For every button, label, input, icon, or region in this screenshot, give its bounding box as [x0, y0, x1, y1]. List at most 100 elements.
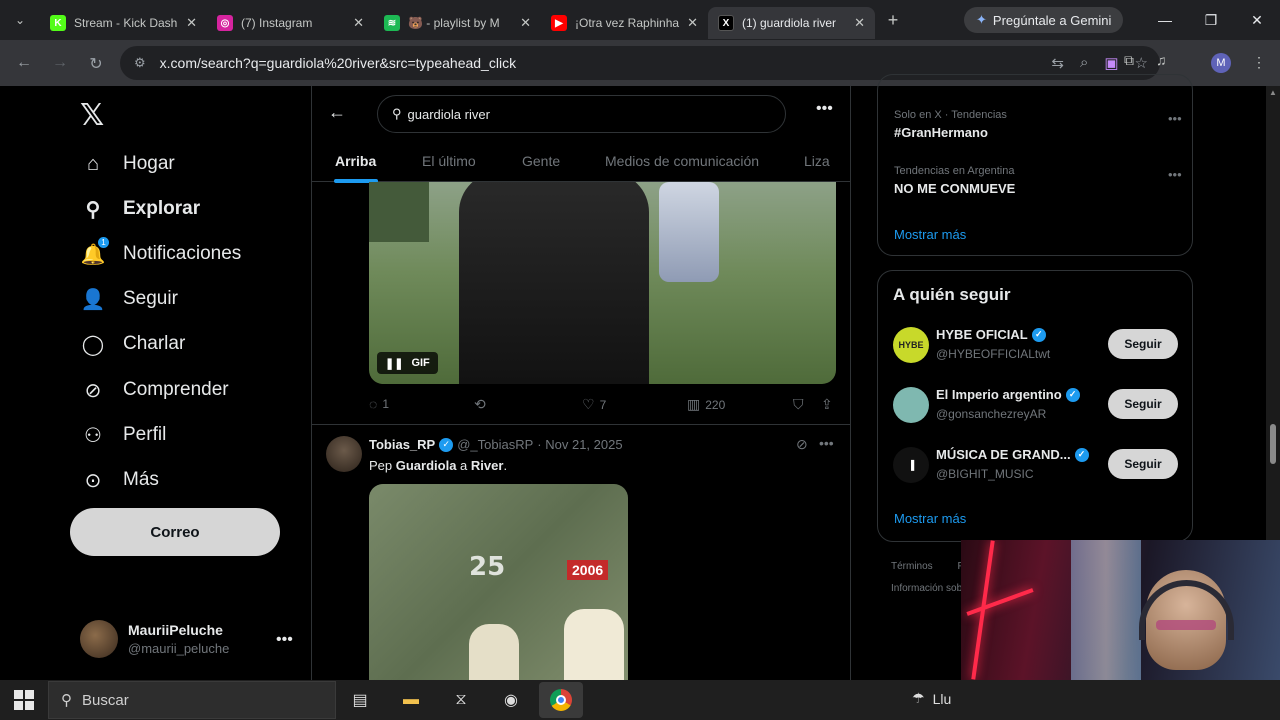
zoom-icon[interactable]: ⌕ — [1080, 54, 1088, 72]
account-switcher[interactable]: MauriiPeluche @maurii_peluche — [80, 620, 229, 658]
follow-button[interactable]: Seguir — [1108, 449, 1178, 479]
trend-item[interactable]: Solo en X · Tendencias #GranHermano — [894, 109, 1007, 140]
retweet-button[interactable]: ⟲ — [474, 396, 486, 413]
tab-media[interactable]: Medios de comunicación — [605, 153, 759, 169]
chrome-menu-icon[interactable]: ⋮ — [1252, 54, 1266, 71]
nav-item-perfil[interactable]: ⚇ Perfil — [80, 415, 166, 455]
tab-people[interactable]: Gente — [522, 153, 560, 169]
extensions-icon[interactable]: ⧉ — [1124, 52, 1134, 69]
tweet-more-icon[interactable]: ••• — [819, 435, 834, 451]
forward-button[interactable]: → — [42, 54, 78, 72]
cast-icon[interactable]: ▣ — [1104, 54, 1118, 72]
trend-title: NO ME CONMUEVE — [894, 181, 1016, 196]
taskbar-search[interactable]: ⚲ Buscar — [48, 681, 336, 719]
nav-item-charlar[interactable]: ◯ Charlar — [80, 324, 186, 364]
nav-item-más[interactable]: ⊙ Más — [80, 460, 159, 500]
search-input[interactable]: ⚲ guardiola river — [377, 95, 786, 133]
weather-widget[interactable]: ☂ Llu — [912, 690, 951, 707]
views-button[interactable]: ▥ 220 — [687, 396, 725, 413]
follow-button[interactable]: Seguir — [1108, 389, 1178, 419]
translate-icon[interactable]: ⇆ — [1051, 54, 1064, 72]
avatar — [80, 620, 118, 658]
show-more-trends-link[interactable]: Mostrar más — [894, 227, 966, 242]
follow-suggestion[interactable]: HYBE HYBE OFICIAL ✓ @HYBEOFFICIALtwt Segu… — [893, 325, 1183, 365]
follow-name-row[interactable]: HYBE OFICIAL ✓ — [936, 327, 1046, 342]
close-tab-icon[interactable]: ✕ — [186, 15, 197, 31]
back-arrow-icon[interactable]: ← — [328, 102, 346, 123]
task-view-icon[interactable]: ▤ — [348, 688, 372, 712]
trend-item[interactable]: Tendencias en Argentina NO ME CONMUEVE — [894, 165, 1015, 196]
tweet[interactable]: Tobias_RP ✓ @_TobiasRP · Nov 21, 2025 ⊘ … — [312, 426, 850, 680]
scrollbar-thumb[interactable] — [1270, 424, 1276, 464]
browser-tab[interactable]: ≋ 🐻 - playlist by M ✕ — [374, 7, 541, 39]
gif-badge[interactable]: ❚❚ GIF — [377, 352, 438, 374]
tab-latest[interactable]: El último — [422, 153, 476, 169]
browser-tab-strip: ⌄ K Stream - Kick Dash ✕ ◎ (7) Instagram ✕ ≋ 🐻 … — [0, 0, 1280, 40]
avatar[interactable] — [893, 387, 929, 423]
nav-item-hogar[interactable]: ⌂ Hogar — [80, 144, 175, 184]
avatar[interactable] — [326, 436, 362, 472]
tweet-date[interactable]: · Nov 21, 2025 — [537, 437, 622, 452]
search-options-icon[interactable]: ••• — [816, 100, 833, 118]
follow-suggestion[interactable]: El Imperio argentino ✓ @gonsanchezreyAR S… — [893, 385, 1183, 425]
close-tab-icon[interactable]: ✕ — [687, 15, 698, 31]
site-info-icon[interactable]: ⚙ — [134, 55, 146, 71]
tweet-gif-media[interactable]: ❚❚ GIF — [369, 182, 836, 384]
tab-top[interactable]: Arriba — [335, 153, 376, 169]
show-more-follow-link[interactable]: Mostrar más — [894, 511, 966, 526]
scroll-up-icon[interactable]: ▲ — [1269, 88, 1277, 97]
new-tab-button[interactable]: + — [875, 10, 911, 31]
avatar[interactable]: HYBE — [893, 327, 929, 363]
restore-button[interactable]: ❐ — [1188, 0, 1234, 40]
nav-item-notificaciones[interactable]: 🔔 1 Notificaciones — [80, 234, 241, 274]
close-window-button[interactable]: ✕ — [1234, 0, 1280, 40]
account-more-icon[interactable]: ••• — [276, 631, 293, 649]
post-button[interactable]: Correo — [70, 508, 280, 556]
tweet-video-media[interactable]: 25 2006 ➤ — [369, 484, 628, 680]
like-button[interactable]: ♡ 7 — [582, 396, 606, 413]
minimize-button[interactable]: — — [1142, 0, 1188, 40]
close-tab-icon[interactable]: ✕ — [520, 15, 531, 31]
tab-search-menu-icon[interactable]: ⌄ — [0, 0, 40, 40]
browser-tab[interactable]: ▶ ¡Otra vez Raphinha ✕ — [541, 7, 708, 39]
close-tab-icon[interactable]: ✕ — [353, 15, 364, 31]
chrome-profile-avatar[interactable]: M — [1211, 53, 1231, 73]
start-button[interactable] — [14, 690, 34, 710]
obs-icon[interactable]: ◉ — [499, 688, 523, 712]
browser-tab[interactable]: ◎ (7) Instagram ✕ — [207, 7, 374, 39]
browser-tab[interactable]: X (1) guardiola river ✕ — [708, 7, 875, 39]
avatar[interactable]: ▐ — [893, 447, 929, 483]
follow-name-row[interactable]: El Imperio argentino ✓ — [936, 387, 1080, 402]
follow-name-row[interactable]: MÚSICA DE GRAND... ✓ — [936, 447, 1089, 462]
follow-suggestion[interactable]: ▐ MÚSICA DE GRAND... ✓ @BIGHIT_MUSIC Segu… — [893, 445, 1183, 485]
nav-item-explorar[interactable]: ⚲ Explorar — [80, 189, 200, 229]
reply-button[interactable]: ◌ 1 — [369, 396, 389, 412]
share-button[interactable]: ⇪ — [821, 396, 833, 413]
grok-icon[interactable]: ⊘ — [796, 436, 808, 453]
tweet-author-name[interactable]: Tobias_RP — [369, 437, 435, 452]
bookmark-button[interactable]: ⛉ — [793, 396, 804, 413]
tab-lists[interactable]: Liza — [804, 153, 830, 169]
home-icon: ⌂ — [86, 152, 100, 175]
x-logo-icon[interactable]: 𝕏 — [80, 98, 104, 133]
nav-item-seguir[interactable]: 👤 Seguir — [80, 279, 178, 319]
ask-gemini-button[interactable]: ✦ Pregúntale a Gemini — [964, 7, 1124, 33]
capcut-icon[interactable]: ⧖ — [449, 688, 473, 712]
close-tab-icon[interactable]: ✕ — [854, 15, 865, 31]
trend-more-icon[interactable]: ••• — [1168, 167, 1182, 182]
bookmark-icon: ⛉ — [793, 396, 804, 412]
tweet-author-handle[interactable]: @_TobiasRP — [457, 437, 533, 452]
file-explorer-icon[interactable]: ▬ — [399, 688, 423, 712]
info-link[interactable]: Información sob — [891, 583, 962, 594]
follow-button[interactable]: Seguir — [1108, 329, 1178, 359]
back-button[interactable]: ← — [6, 54, 42, 72]
terms-link[interactable]: Términos — [891, 561, 933, 572]
reload-button[interactable]: ↻ — [78, 54, 114, 74]
gemini-icon: ✦ — [976, 12, 987, 27]
nav-item-comprender[interactable]: ⊘ Comprender — [80, 370, 229, 410]
media-control-icon[interactable]: ♫ — [1156, 52, 1167, 69]
trend-more-icon[interactable]: ••• — [1168, 111, 1182, 126]
chrome-taskbar-button[interactable] — [539, 682, 583, 718]
chat-icon: ◯ — [81, 333, 105, 356]
browser-tab[interactable]: K Stream - Kick Dash ✕ — [40, 7, 207, 39]
